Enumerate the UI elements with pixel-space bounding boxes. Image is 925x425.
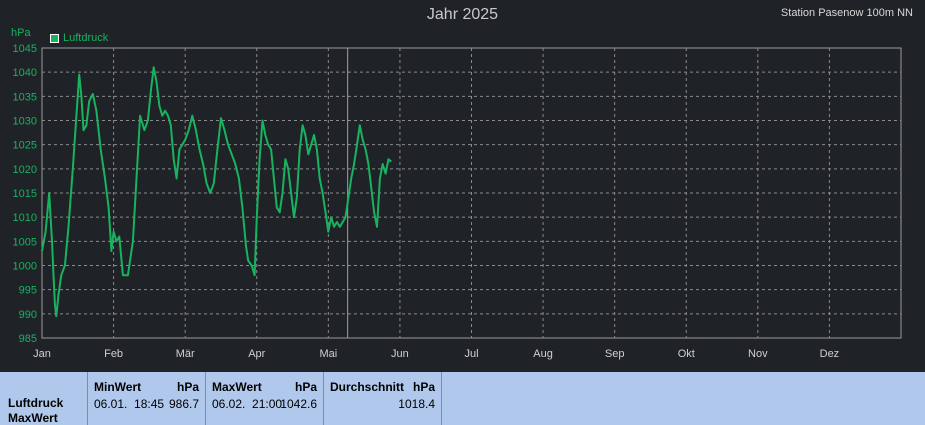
- avg-value: 1018.4: [398, 397, 435, 411]
- y-tick-label: 995: [19, 285, 37, 297]
- y-tick-label: 1010: [13, 212, 37, 224]
- max-value: 1042.6: [280, 397, 317, 411]
- min-unit: hPa: [176, 380, 199, 394]
- legend-label: Luftdruck: [63, 32, 109, 44]
- stats-row-label-2: MaxWert: [8, 411, 58, 425]
- y-tick-label: 1000: [13, 261, 37, 273]
- y-tick-label: 1045: [13, 43, 37, 55]
- station-label: Station Pasenow 100m NN: [780, 7, 913, 19]
- y-tick-label: 1030: [13, 116, 37, 128]
- y-tick-label: 1015: [13, 188, 37, 200]
- max-date: 06.02. 21:00: [212, 397, 283, 411]
- min-date: 06.01. 18:45: [94, 397, 165, 411]
- min-value: 986.7: [168, 397, 199, 411]
- y-tick-label: 1020: [13, 164, 37, 176]
- y-tick-label: 1040: [13, 67, 37, 79]
- legend-swatch: [50, 33, 59, 43]
- y-tick-label: 985: [19, 333, 37, 345]
- x-tick-label: Jun: [391, 348, 409, 360]
- y-axis-unit: hPa: [11, 27, 31, 39]
- x-tick-label: Mai: [319, 348, 337, 360]
- x-tick-label: Jul: [464, 348, 478, 360]
- x-tick-label: Mär: [176, 348, 195, 360]
- stats-table: Luftdruck MaxWert MinWert hPa 06.01. 18:…: [0, 370, 925, 425]
- max-header: MaxWert: [212, 380, 262, 394]
- y-tick-label: 1035: [13, 91, 37, 103]
- chart-plot: 985 990 995 1000 1005 1010 1015 1020 1025 1030 103…: [13, 43, 902, 360]
- legend: Luftdruck: [50, 32, 108, 44]
- y-tick-label: 1025: [13, 140, 37, 152]
- x-tick-label: Feb: [104, 348, 123, 360]
- y-tick-label: 990: [19, 309, 37, 321]
- y-tick-label: 1005: [13, 236, 37, 248]
- x-tick-label: Dez: [820, 348, 840, 360]
- avg-unit: hPa: [412, 380, 435, 394]
- stats-min-cell: MinWert hPa 06.01. 18:45 986.7: [88, 372, 206, 425]
- chart-area: 985 990 995 1000 1005 1010 1015 1020 1025 1030 103…: [0, 0, 925, 370]
- max-unit: hPa: [294, 380, 317, 394]
- stats-row-label: Luftdruck: [8, 396, 64, 410]
- x-tick-label: Apr: [248, 348, 265, 360]
- stats-row-label-cell: Luftdruck MaxWert: [0, 372, 88, 425]
- stats-max-cell: MaxWert hPa 06.02. 21:00 1042.6: [206, 372, 324, 425]
- x-tick-label: Aug: [533, 348, 553, 360]
- min-header: MinWert: [94, 380, 142, 394]
- x-tick-label: Nov: [748, 348, 768, 360]
- x-tick-label: Sep: [605, 348, 625, 360]
- x-tick-label: Okt: [678, 348, 695, 360]
- stats-avg-cell: Durchschnitt hPa 1018.4: [324, 372, 442, 425]
- avg-header: Durchschnitt: [330, 380, 405, 394]
- x-tick-label: Jan: [33, 348, 51, 360]
- series-line-luftdruck: [41, 66, 392, 318]
